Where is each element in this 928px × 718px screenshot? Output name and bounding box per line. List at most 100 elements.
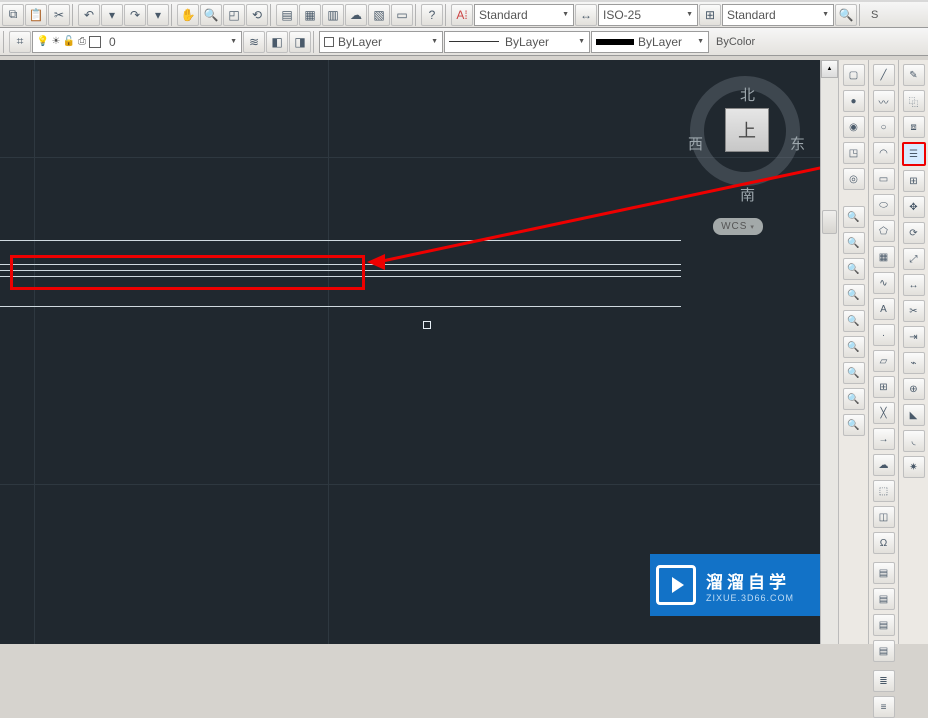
ellipse-icon[interactable]: ⬭ <box>873 194 895 216</box>
redo-dd-button[interactable]: ▾ <box>147 4 169 26</box>
match-prop-button[interactable]: ✂ <box>48 4 70 26</box>
text-style-dropdown[interactable]: Standard ▼ <box>474 4 574 26</box>
viewcube[interactable]: 上 北 南 东 西 WCS <box>680 66 820 206</box>
polygon-icon[interactable]: ⬠ <box>873 220 895 242</box>
stretch-icon[interactable]: ↔ <box>903 274 925 296</box>
break-icon[interactable]: ⌁ <box>903 352 925 374</box>
lineweight-dropdown[interactable]: ByLayer ▼ <box>591 31 709 53</box>
insert-icon[interactable]: ⬚ <box>873 480 895 502</box>
ucs-icon[interactable]: ◳ <box>843 142 865 164</box>
zoom-center-icon[interactable]: 🔍 <box>843 206 865 228</box>
zoom-win-icon[interactable]: 🔍 <box>843 388 865 410</box>
sheetset-button[interactable]: ▦ <box>299 4 321 26</box>
array-icon[interactable]: ⊞ <box>903 170 925 192</box>
table-style-button[interactable]: ⊞ <box>699 4 721 26</box>
text-style-button[interactable]: A⁞ <box>451 4 473 26</box>
rect-icon[interactable]: ▭ <box>873 168 895 190</box>
text-icon[interactable]: A <box>873 298 895 320</box>
zoom-prev-button[interactable]: ⟲ <box>246 4 268 26</box>
trim-icon[interactable]: ✂ <box>903 300 925 322</box>
vertical-scrollbar[interactable]: ▲ <box>820 60 838 644</box>
zoom-realtime-button[interactable]: 🔍 <box>200 4 222 26</box>
fillet-icon[interactable]: ◟ <box>903 430 925 452</box>
table-style-dropdown[interactable]: Standard ▼ <box>722 4 834 26</box>
extend-icon[interactable]: ⇥ <box>903 326 925 348</box>
hide-icon[interactable]: ◎ <box>843 168 865 190</box>
hatch-icon[interactable]: ▦ <box>873 246 895 268</box>
color-dropdown[interactable]: ByLayer ▼ <box>319 31 443 53</box>
annoscale-button[interactable]: 🔍 <box>835 4 857 26</box>
view-sphere2-icon[interactable]: ◉ <box>843 116 865 138</box>
explode-icon[interactable]: ✷ <box>903 456 925 478</box>
zoom-obj-icon[interactable]: 🔍 <box>843 362 865 384</box>
linetype-dropdown[interactable]: ByLayer ▼ <box>444 31 590 53</box>
line-icon[interactable]: ╱ <box>873 64 895 86</box>
viewcube-south[interactable]: 南 <box>740 184 755 205</box>
scroll-thumb[interactable] <box>822 210 837 234</box>
erase-icon[interactable]: ✎ <box>903 64 925 86</box>
point-icon[interactable]: · <box>873 324 895 346</box>
layers-c-icon[interactable]: ▤ <box>873 614 895 636</box>
layers-b-icon[interactable]: ▤ <box>873 588 895 610</box>
zoom-sel-icon[interactable]: 🔍 <box>843 258 865 280</box>
layers-d-icon[interactable]: ▤ <box>873 640 895 662</box>
revcloud-icon[interactable]: ☁ <box>873 454 895 476</box>
zoom-prev-icon[interactable]: 🔍 <box>843 310 865 332</box>
redo-button[interactable]: ↷ <box>124 4 146 26</box>
zoom-scale-icon[interactable]: 🔍 <box>843 232 865 254</box>
viewcube-north[interactable]: 北 <box>740 84 755 105</box>
dim-style-dropdown[interactable]: ISO-25 ▼ <box>598 4 698 26</box>
view-sphere-icon[interactable]: ● <box>843 90 865 112</box>
zoom-dyn-icon[interactable]: 🔍 <box>843 414 865 436</box>
layer-iso-button[interactable]: ◧ <box>266 31 288 53</box>
rotate-icon[interactable]: ⟳ <box>903 222 925 244</box>
magnet-icon[interactable]: Ω <box>873 532 895 554</box>
move-icon[interactable]: ✥ <box>903 196 925 218</box>
layer-properties-button[interactable]: ⌗ <box>9 31 31 53</box>
undo-dd-button[interactable]: ▾ <box>101 4 123 26</box>
coord-sys-pill[interactable]: WCS <box>713 218 763 235</box>
cloud-button[interactable]: ☁ <box>345 4 367 26</box>
spline-icon[interactable]: ∿ <box>873 272 895 294</box>
zoom-ext-icon[interactable]: 🔍 <box>843 284 865 306</box>
undo-button[interactable]: ↶ <box>78 4 100 26</box>
layers-f-icon[interactable]: ≡ <box>873 696 895 718</box>
drawing-area[interactable]: 上 北 南 东 西 WCS 溜溜自学 ZIXUE.3D66.COM <box>0 60 838 644</box>
calc-button[interactable]: ▭ <box>391 4 413 26</box>
dim-style-button[interactable]: ↔ <box>575 4 597 26</box>
scale-icon[interactable]: ⤢ <box>903 248 925 270</box>
arc-icon[interactable]: ◠ <box>873 142 895 164</box>
layer-tools-button[interactable]: ◨ <box>289 31 311 53</box>
layer-state-button[interactable]: ≋ <box>243 31 265 53</box>
view-box-icon[interactable]: ▢ <box>843 64 865 86</box>
pline-icon[interactable]: 〰 <box>873 90 895 112</box>
tool-palette-button[interactable]: ▥ <box>322 4 344 26</box>
block-icon[interactable]: ◫ <box>873 506 895 528</box>
offset-icon[interactable]: ☰ <box>902 142 926 166</box>
mirror-icon[interactable]: ⧈ <box>903 116 925 138</box>
scroll-up-button[interactable]: ▲ <box>821 60 838 78</box>
zoom-window-button[interactable]: ◰ <box>223 4 245 26</box>
viewcube-top-face[interactable]: 上 <box>725 108 769 152</box>
layers-a-icon[interactable]: ▤ <box>873 562 895 584</box>
ray-icon[interactable]: → <box>873 428 895 450</box>
bulb-icon: 💡 <box>37 36 49 48</box>
viewcube-east[interactable]: 东 <box>790 133 805 154</box>
help-button[interactable]: ? <box>421 4 443 26</box>
copy-button[interactable]: ⧉ <box>2 4 24 26</box>
zoom-all-icon[interactable]: 🔍 <box>843 336 865 358</box>
join-icon[interactable]: ⊕ <box>903 378 925 400</box>
circle-icon[interactable]: ○ <box>873 116 895 138</box>
markup-button[interactable]: ▧ <box>368 4 390 26</box>
table-icon[interactable]: ⊞ <box>873 376 895 398</box>
props-button[interactable]: ▤ <box>276 4 298 26</box>
layers-e-icon[interactable]: ≣ <box>873 670 895 692</box>
region-icon[interactable]: ▱ <box>873 350 895 372</box>
paste-button[interactable]: 📋 <box>25 4 47 26</box>
pan-button[interactable]: ✋ <box>177 4 199 26</box>
layer-dropdown[interactable]: 💡 ☀ 🔓 ⎙ 0 ▼ <box>32 31 242 53</box>
xline-icon[interactable]: ╳ <box>873 402 895 424</box>
chamfer-icon[interactable]: ◣ <box>903 404 925 426</box>
viewcube-west[interactable]: 西 <box>688 133 703 154</box>
copy-icon[interactable]: ⿻ <box>903 90 925 112</box>
